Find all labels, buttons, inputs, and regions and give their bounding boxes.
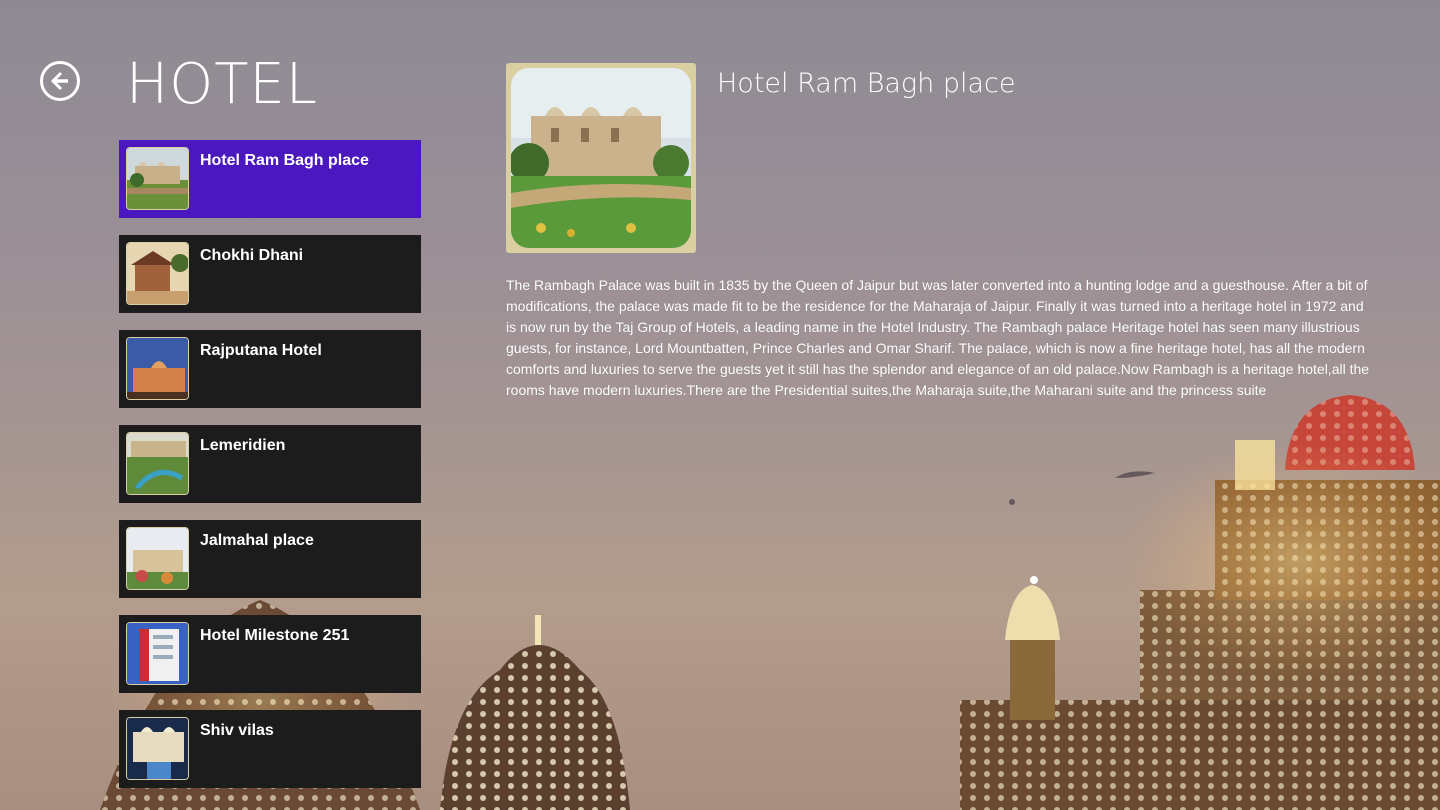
hotel-detail-title: Hotel Ram Bagh place (717, 68, 1016, 99)
hotel-thumbnail (126, 432, 189, 495)
hotel-name: Shiv vilas (200, 722, 274, 739)
back-arrow-icon (51, 71, 68, 91)
hotel-list-item[interactable]: Hotel Ram Bagh place (119, 140, 421, 218)
back-button[interactable] (40, 61, 80, 101)
hotel-thumbnail (126, 527, 189, 590)
hotel-list: Hotel Ram Bagh place Chokhi Dhani Rajput… (119, 140, 421, 805)
hotel-list-item[interactable]: Rajputana Hotel (119, 330, 421, 408)
hotel-detail-description: The Rambagh Palace was built in 1835 by … (506, 277, 1370, 398)
hotel-detail-image (506, 63, 696, 253)
page-title: HOTEL (126, 52, 318, 117)
hotel-thumbnail (126, 337, 189, 400)
hotel-thumbnail (126, 147, 189, 210)
hotel-name: Rajputana Hotel (200, 342, 322, 359)
hotel-name: Lemeridien (200, 437, 286, 454)
hotel-name: Hotel Ram Bagh place (200, 152, 369, 169)
hotel-thumbnail (126, 622, 189, 685)
hotel-list-item[interactable]: Shiv vilas (119, 710, 421, 788)
hotel-list-item[interactable]: Chokhi Dhani (119, 235, 421, 313)
hotel-list-item[interactable]: Hotel Milestone 251 (119, 615, 421, 693)
hotel-list-item[interactable]: Jalmahal place (119, 520, 421, 598)
hotel-name: Jalmahal place (200, 532, 314, 549)
hotel-name: Chokhi Dhani (200, 247, 304, 264)
hotel-list-item[interactable]: Lemeridien (119, 425, 421, 503)
hotel-thumbnail (126, 242, 189, 305)
hotel-thumbnail (126, 717, 189, 780)
hotel-name: Hotel Milestone 251 (200, 627, 350, 644)
